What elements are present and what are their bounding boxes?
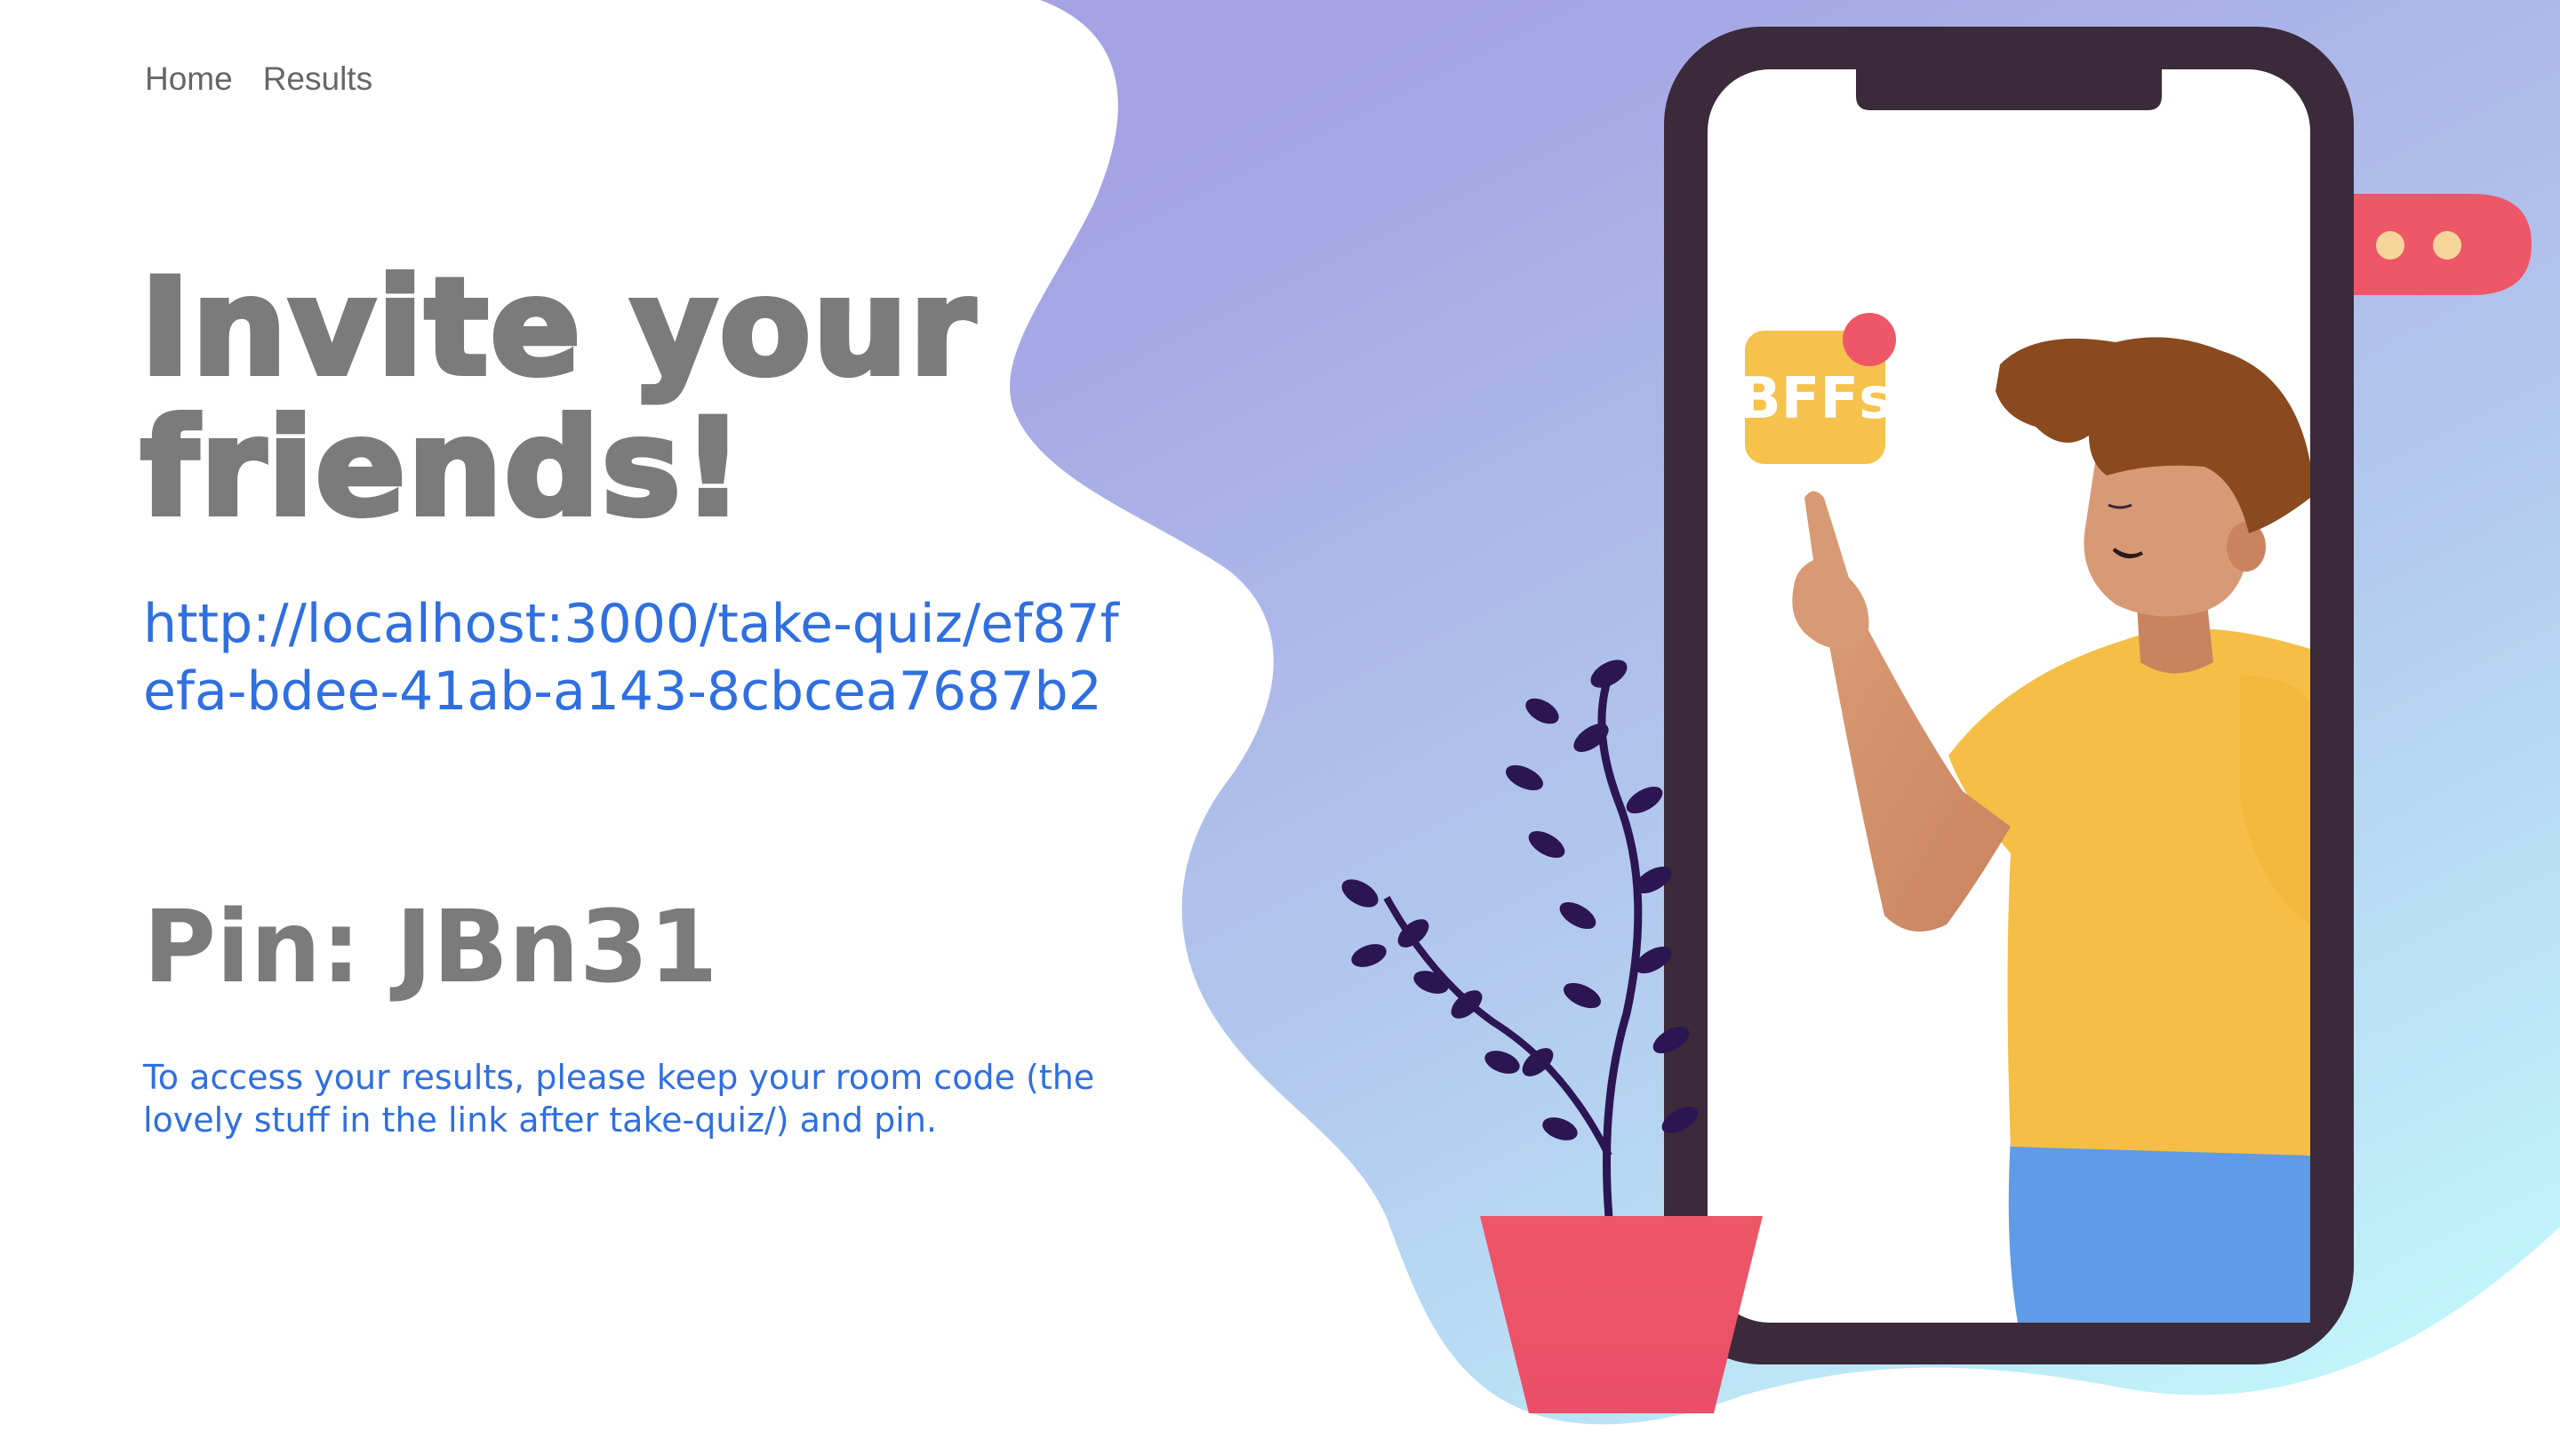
pin-value: JBn31 [396, 890, 718, 1005]
nav-home-link[interactable]: Home [145, 60, 233, 98]
instructions-text: To access your results, please keep your… [143, 1058, 1095, 1140]
top-nav: Home Results [145, 60, 372, 98]
pin-label: Pin: [143, 890, 361, 1005]
hero-illustration: BFFs [1010, 0, 2560, 1425]
page: BFFs Home Results Invite your friends! h… [0, 0, 2560, 1456]
pin-display: Pin: JBn31 [143, 885, 718, 1010]
notification-dot [1843, 313, 1896, 366]
app-badge-text: BFFs [1738, 366, 1892, 432]
page-title: Invite your friends! [138, 255, 1029, 541]
nav-results-link[interactable]: Results [263, 60, 372, 98]
page-title-line-1: Invite your [138, 251, 978, 405]
invite-link[interactable]: http://localhost:3000/take-quiz/ef87fefa… [143, 590, 1148, 725]
bffs-app-icon: BFFs [1738, 313, 1896, 464]
page-title-line-2: friends! [138, 391, 746, 546]
plant-pot [1480, 1216, 1763, 1413]
